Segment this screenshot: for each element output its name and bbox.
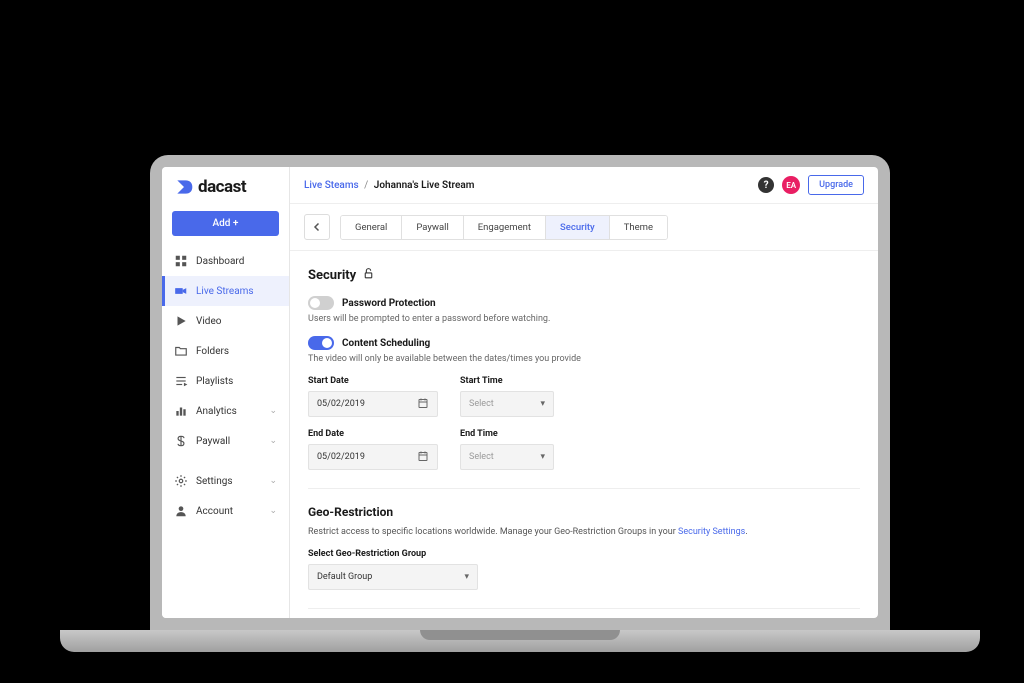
chevron-down-icon: ⌄ [269, 436, 277, 446]
sidebar-item-label: Paywall [196, 436, 261, 447]
breadcrumb-separator: / [364, 180, 368, 191]
calendar-icon [417, 397, 429, 412]
end-time-select[interactable]: Select ▾ [460, 444, 554, 470]
sidebar-item-playlists[interactable]: Playlists [162, 366, 289, 396]
upgrade-button[interactable]: Upgrade [808, 175, 864, 195]
start-time-select[interactable]: Select ▾ [460, 391, 554, 417]
sidebar-item-label: Settings [196, 476, 261, 487]
folder-icon [174, 344, 188, 358]
geo-group-value: Default Group [317, 572, 372, 582]
start-date-label: Start Date [308, 376, 438, 386]
content-scheduling-help: The video will only be available between… [308, 354, 860, 364]
geo-group-label: Select Geo-Restriction Group [308, 549, 860, 559]
geo-restriction-title: Geo-Restriction [308, 505, 860, 519]
end-time-placeholder: Select [469, 452, 494, 462]
sidebar-item-label: Video [196, 316, 277, 327]
tabs: General Paywall Engagement Security Them… [340, 215, 668, 240]
sidebar-item-live-streams[interactable]: Live Streams [162, 276, 289, 306]
back-button[interactable] [304, 214, 330, 240]
dashboard-icon [174, 254, 188, 268]
sidebar-item-label: Live Streams [196, 286, 277, 297]
section-title-security: Security [308, 267, 860, 284]
sidebar-item-folders[interactable]: Folders [162, 336, 289, 366]
tab-engagement[interactable]: Engagement [464, 216, 546, 239]
password-protection-help: Users will be prompted to enter a passwo… [308, 314, 860, 324]
start-time-label: Start Time [460, 376, 554, 386]
help-icon[interactable]: ? [758, 177, 774, 193]
password-protection-label: Password Protection [342, 298, 436, 309]
start-date-input[interactable]: 05/02/2019 [308, 391, 438, 417]
main-panel: Live Steams / Johanna's Live Stream ? EA… [290, 167, 878, 618]
chevron-down-icon: ▾ [540, 452, 545, 462]
lock-icon [362, 267, 375, 284]
laptop-frame: dacast Add + Dashboard Live Streams Vide [150, 155, 890, 630]
start-time-placeholder: Select [469, 399, 494, 409]
start-date-value: 05/02/2019 [317, 399, 365, 409]
divider [308, 608, 860, 609]
brand-mark-icon [174, 177, 194, 197]
sidebar-item-analytics[interactable]: Analytics ⌄ [162, 396, 289, 426]
sidebar-item-label: Playlists [196, 376, 277, 387]
play-icon [174, 314, 188, 328]
content-scheduling-row: Content Scheduling [308, 336, 860, 350]
brand-logo[interactable]: dacast [162, 167, 289, 211]
tab-general[interactable]: General [341, 216, 402, 239]
calendar-icon [417, 450, 429, 465]
breadcrumb-parent[interactable]: Live Steams [304, 180, 359, 191]
tab-bar: General Paywall Engagement Security Them… [290, 204, 878, 251]
chevron-down-icon: ▾ [464, 572, 469, 582]
add-button[interactable]: Add + [172, 211, 279, 236]
chevron-down-icon: ⌄ [269, 406, 277, 416]
content-scheduling-label: Content Scheduling [342, 338, 430, 349]
sidebar-item-account[interactable]: Account ⌄ [162, 496, 289, 526]
sidebar-item-label: Analytics [196, 406, 261, 417]
analytics-icon [174, 404, 188, 418]
sidebar-item-paywall[interactable]: Paywall ⌄ [162, 426, 289, 456]
end-time-label: End Time [460, 429, 554, 439]
end-date-label: End Date [308, 429, 438, 439]
sidebar-item-settings[interactable]: Settings ⌄ [162, 466, 289, 496]
person-icon [174, 504, 188, 518]
dollar-icon [174, 434, 188, 448]
playlist-icon [174, 374, 188, 388]
camera-icon [174, 284, 188, 298]
laptop-notch [420, 630, 620, 640]
sidebar-item-label: Account [196, 506, 261, 517]
sidebar-item-label: Folders [196, 346, 277, 357]
chevron-down-icon: ⌄ [269, 506, 277, 516]
content-area: Security Password Protection Users will … [290, 251, 878, 618]
security-settings-link[interactable]: Security Settings [678, 527, 745, 537]
chevron-down-icon: ⌄ [269, 476, 277, 486]
avatar[interactable]: EA [782, 176, 800, 194]
content-scheduling-toggle[interactable] [308, 336, 334, 350]
sidebar: dacast Add + Dashboard Live Streams Vide [162, 167, 290, 618]
tab-paywall[interactable]: Paywall [402, 216, 463, 239]
app-screen: dacast Add + Dashboard Live Streams Vide [162, 167, 878, 618]
sidebar-item-dashboard[interactable]: Dashboard [162, 246, 289, 276]
gear-icon [174, 474, 188, 488]
password-protection-row: Password Protection [308, 296, 860, 310]
geo-restriction-desc: Restrict access to specific locations wo… [308, 527, 860, 537]
sidebar-item-label: Dashboard [196, 256, 277, 267]
chevron-down-icon: ▾ [540, 399, 545, 409]
divider [308, 488, 860, 489]
end-date-value: 05/02/2019 [317, 452, 365, 462]
section-title-text: Security [308, 268, 356, 283]
password-protection-toggle[interactable] [308, 296, 334, 310]
breadcrumb: Live Steams / Johanna's Live Stream [304, 180, 750, 191]
breadcrumb-current: Johanna's Live Stream [374, 180, 475, 191]
geo-group-select[interactable]: Default Group ▾ [308, 564, 478, 590]
brand-name: dacast [198, 177, 246, 197]
sidebar-item-video[interactable]: Video [162, 306, 289, 336]
topbar: Live Steams / Johanna's Live Stream ? EA… [290, 167, 878, 204]
tab-theme[interactable]: Theme [610, 216, 667, 239]
end-date-input[interactable]: 05/02/2019 [308, 444, 438, 470]
tab-security[interactable]: Security [546, 216, 610, 239]
